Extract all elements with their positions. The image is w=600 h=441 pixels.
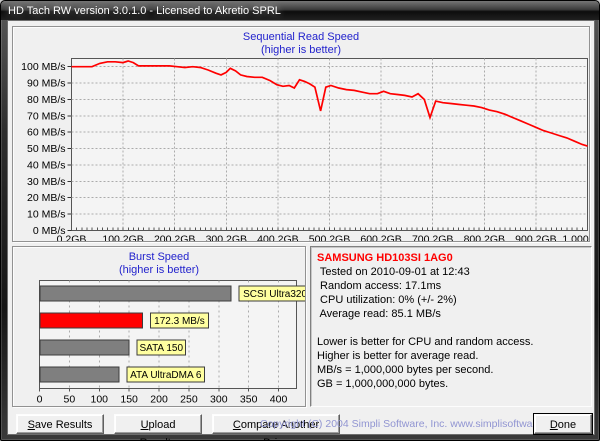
info-line: Lower is better for CPU and random acces… [317,335,585,349]
svg-text:400,2GB: 400,2GB [257,234,298,242]
svg-text:40 MB/s: 40 MB/s [27,159,66,171]
sequential-read-panel: Sequential Read Speed (higher is better)… [12,26,590,242]
svg-text:70 MB/s: 70 MB/s [27,110,66,122]
svg-text:80 MB/s: 80 MB/s [27,94,66,106]
burst-speed-chart: 0 50 100 150 200 250 300 350 400 SCSI Ultra320 172… [13,247,305,406]
info-line: MB/s = 1,000,000 bytes per second. [317,363,585,377]
info-line: Average read: 85.1 MB/s [317,307,585,321]
svg-text:200,2GB: 200,2GB [154,234,195,242]
sequential-read-chart: 100 MB/s 90 MB/s 80 MB/s 70 MB/s 60 MB/s 50 M… [13,27,589,241]
drive-info-panel: SAMSUNG HD103SI 1AG0 Tested on 2010-09-0… [310,246,592,407]
svg-text:700,2GB: 700,2GB [412,234,453,242]
svg-text:172.3 MB/s: 172.3 MB/s [154,316,205,327]
svg-text:900,2GB: 900,2GB [515,234,556,242]
svg-text:1.000,2GB: 1.000,2GB [562,234,589,242]
window-title: HD Tach RW version 3.0.1.0 - Licensed to… [1,5,281,17]
svg-text:SATA 150: SATA 150 [139,343,183,354]
drive-info-lines: Tested on 2010-09-01 at 12:43 Random acc… [317,265,585,391]
done-button[interactable]: Done [534,414,592,434]
svg-text:60 MB/s: 60 MB/s [27,127,66,139]
info-line: GB = 1,000,000,000 bytes. [317,377,585,391]
svg-text:500,2GB: 500,2GB [309,234,350,242]
svg-text:100: 100 [91,394,109,406]
svg-text:350: 350 [240,394,258,406]
info-line: Higher is better for average read. [317,349,585,363]
svg-text:300,2GB: 300,2GB [206,234,247,242]
svg-text:300: 300 [210,394,228,406]
svg-text:250: 250 [180,394,198,406]
svg-text:20 MB/s: 20 MB/s [27,192,66,204]
upload-results-button[interactable]: Upload Results [114,414,202,434]
info-line: Tested on 2010-09-01 at 12:43 [317,265,585,279]
svg-text:100,2GB: 100,2GB [102,234,143,242]
svg-text:0,2GB: 0,2GB [57,234,87,242]
drive-name: SAMSUNG HD103SI 1AG0 [317,251,585,265]
svg-text:30 MB/s: 30 MB/s [27,176,66,188]
svg-text:90 MB/s: 90 MB/s [27,78,66,90]
info-line [317,321,585,335]
info-line: CPU utilization: 0% (+/- 2%) [317,293,585,307]
title-bar[interactable]: HD Tach RW version 3.0.1.0 - Licensed to… [1,1,599,20]
svg-text:50: 50 [64,394,76,406]
svg-text:400: 400 [270,394,288,406]
client-area: Sequential Read Speed (higher is better)… [7,20,595,435]
svg-text:800,2GB: 800,2GB [464,234,505,242]
svg-text:0: 0 [37,394,43,406]
copyright-text: Copyright (C) 2004 Simpli Software, Inc.… [260,418,530,430]
svg-text:10 MB/s: 10 MB/s [27,209,66,221]
svg-text:600,2GB: 600,2GB [360,234,401,242]
svg-text:100 MB/s: 100 MB/s [21,61,65,73]
svg-text:ATA UltraDMA 6: ATA UltraDMA 6 [130,370,202,381]
burst-speed-panel: Burst Speed (higher is better) 050100150… [12,246,306,407]
hd-tach-window: HD Tach RW version 3.0.1.0 - Licensed to… [0,0,600,441]
save-results-button[interactable]: Save Results [16,414,104,434]
info-line: Random access: 17.1ms [317,279,585,293]
svg-text:50 MB/s: 50 MB/s [27,143,66,155]
svg-text:SCSI Ultra320: SCSI Ultra320 [243,289,305,300]
svg-text:200: 200 [150,394,168,406]
svg-text:150: 150 [120,394,138,406]
